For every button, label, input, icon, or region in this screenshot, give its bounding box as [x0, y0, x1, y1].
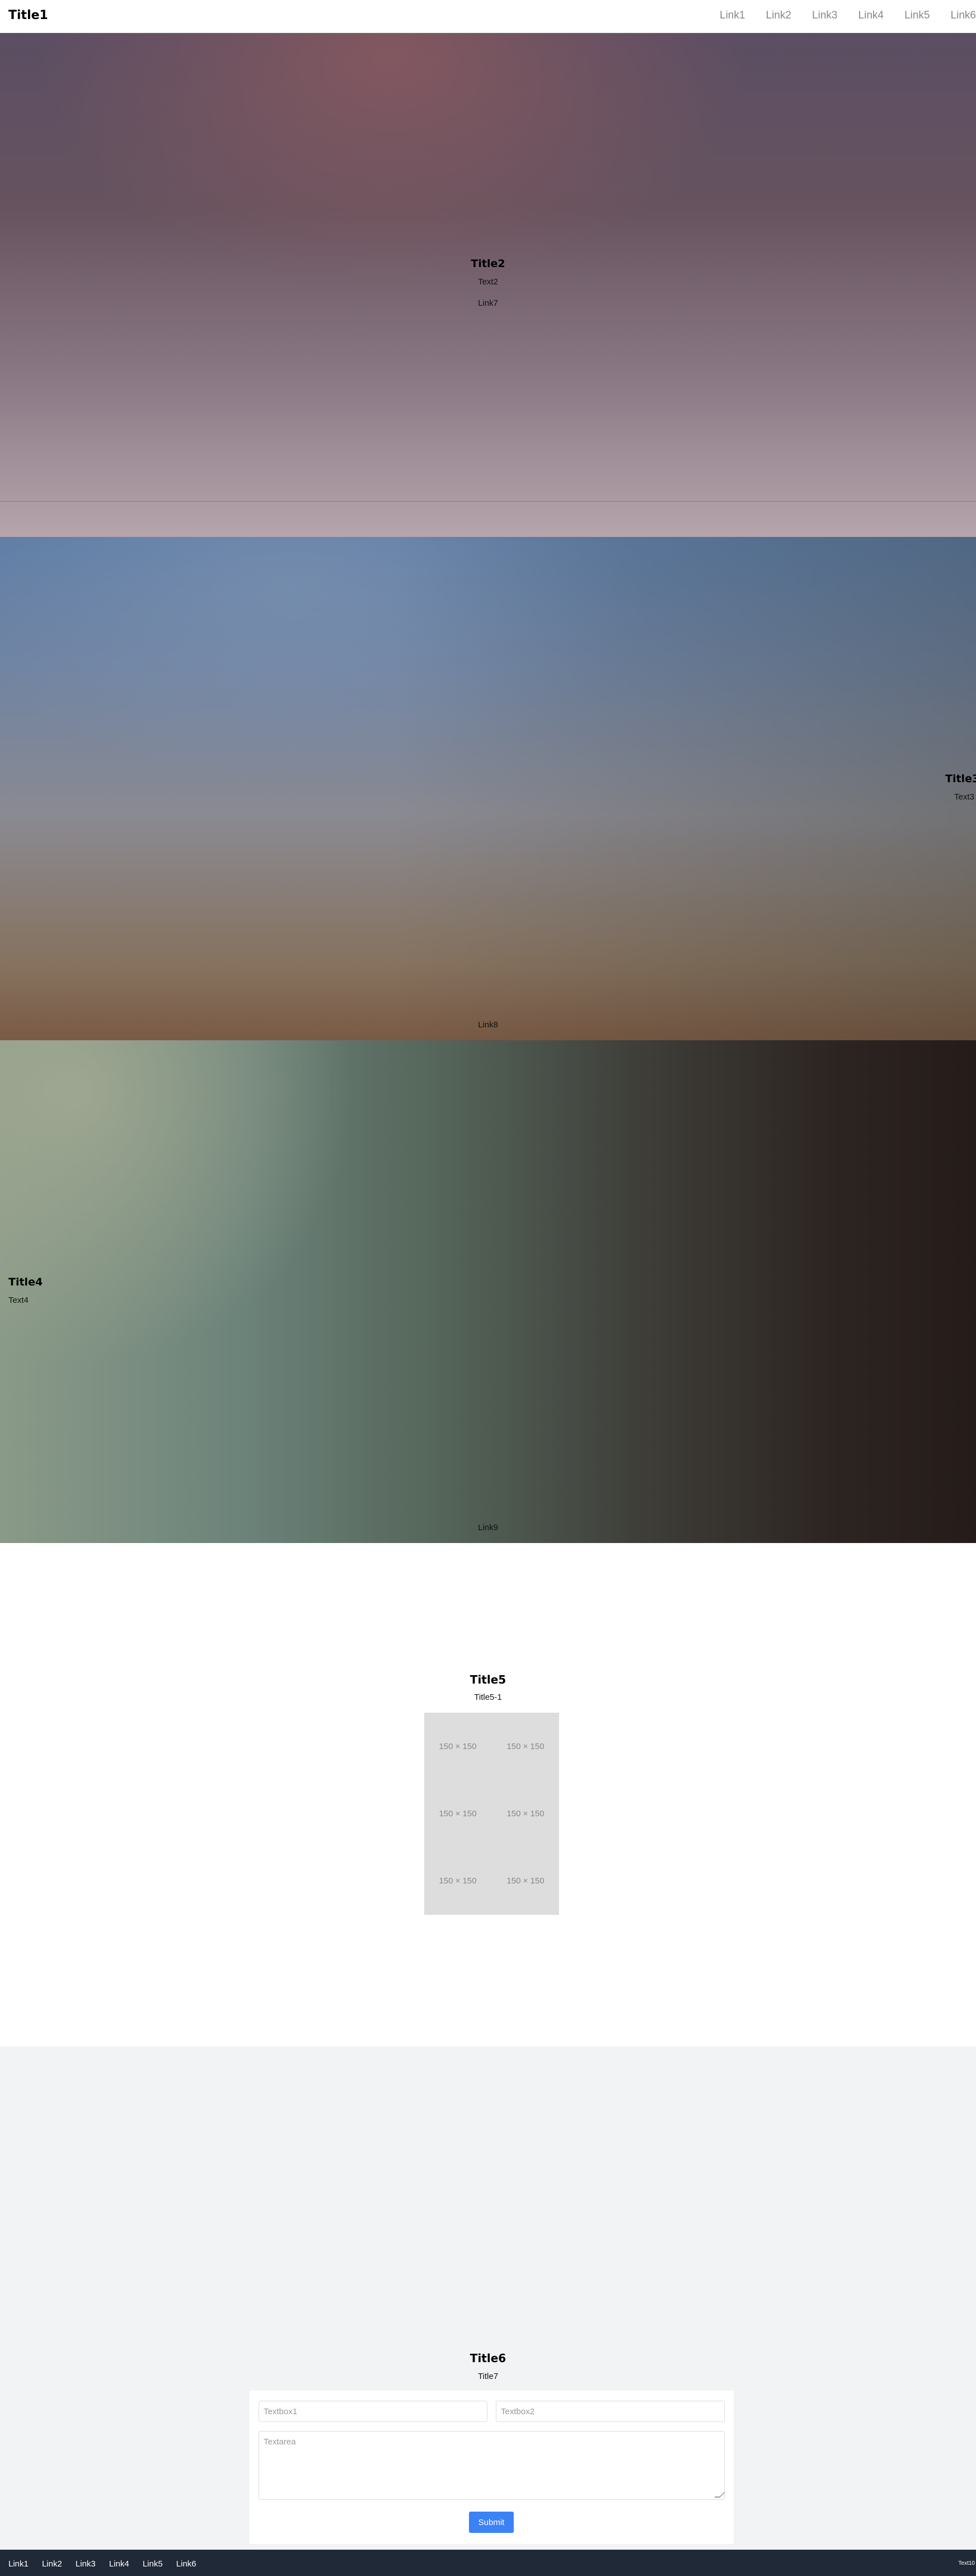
hero-text: Text4	[8, 1296, 29, 1305]
nav-link-4[interactable]: Link4	[858, 10, 884, 22]
nav-link-2[interactable]: Link2	[766, 10, 791, 22]
hero-link[interactable]: Link7	[0, 298, 976, 308]
hero-link[interactable]: Link8	[0, 1020, 976, 1030]
footer-link-2[interactable]: Link2	[42, 2559, 62, 2569]
hero-link[interactable]: Link9	[0, 1523, 976, 1532]
section-subtitle: Title7	[477, 2372, 499, 2381]
nav-links: Link1 Link2 Link3 Link4 Link5 Link6	[720, 10, 976, 22]
hero-text: Text3	[954, 792, 974, 802]
hero-section-3: Title4 Text4 Link9	[0, 1040, 976, 1543]
textarea-placeholder: Textarea	[264, 2437, 296, 2447]
image-placeholder: 150 × 150	[506, 1876, 545, 1886]
image-placeholder: 150 × 150	[439, 1808, 477, 1818]
footer: Link1 Link2 Link3 Link4 Link5 Link6 Text…	[0, 2550, 976, 2576]
footer-links: Link1 Link2 Link3 Link4 Link5 Link6	[8, 2558, 207, 2569]
section-subtitle: Title5-1	[474, 1693, 502, 1702]
submit-button[interactable]: Submit	[469, 2512, 514, 2533]
hero-overlay	[0, 537, 976, 1040]
footer-link-4[interactable]: Link4	[109, 2559, 129, 2569]
hero-title: Title3	[945, 773, 976, 785]
message-textarea[interactable]: Textarea	[259, 2431, 725, 2500]
divider	[0, 501, 976, 502]
hero-title: Title4	[8, 1276, 43, 1288]
footer-link-5[interactable]: Link5	[143, 2559, 163, 2569]
section-title: Title6	[470, 2351, 506, 2365]
hero-title: Title2	[471, 258, 505, 270]
image-grid: 150 × 150 150 × 150 150 × 150 150 × 150 …	[424, 1713, 559, 1915]
brand-title[interactable]: Title1	[8, 8, 48, 22]
image-placeholder: 150 × 150	[506, 1808, 545, 1818]
section-title: Title5	[470, 1673, 506, 1686]
resize-handle-icon[interactable]	[714, 2492, 725, 2498]
footer-link-1[interactable]: Link1	[8, 2559, 29, 2569]
image-placeholder: 150 × 150	[506, 1741, 545, 1751]
nav-link-5[interactable]: Link5	[904, 10, 930, 22]
nav-link-3[interactable]: Link3	[812, 10, 837, 22]
nav-link-6[interactable]: Link6	[951, 10, 976, 22]
nav-link-1[interactable]: Link1	[720, 10, 745, 22]
hero-section-2: Title3 Text3 Link8	[0, 537, 976, 1040]
textbox1-input[interactable]: Textbox1	[259, 2401, 487, 2422]
footer-text: Text10	[958, 2560, 975, 2566]
hero-section-1: Title2 Text2 Link7	[0, 33, 976, 537]
footer-link-6[interactable]: Link6	[176, 2559, 196, 2569]
navbar: Title1 Link1 Link2 Link3 Link4 Link5 Lin…	[0, 0, 976, 33]
image-placeholder: 150 × 150	[439, 1876, 477, 1886]
image-placeholder: 150 × 150	[439, 1741, 477, 1751]
hero-text: Text2	[478, 277, 498, 287]
footer-link-3[interactable]: Link3	[76, 2559, 96, 2569]
textbox2-input[interactable]: Textbox2	[496, 2401, 725, 2422]
